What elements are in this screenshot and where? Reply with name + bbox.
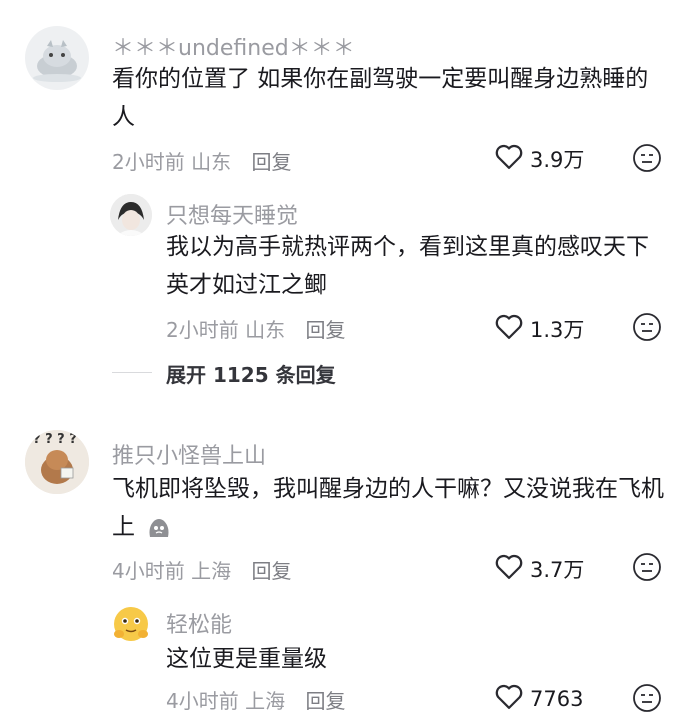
- dislike-icon[interactable]: [632, 683, 662, 717]
- comment-meta: 4小时前 上海 回复: [166, 685, 345, 714]
- reply-button[interactable]: 回复: [251, 559, 291, 583]
- dislike-icon[interactable]: [632, 312, 662, 346]
- username[interactable]: ＊＊＊undefined＊＊＊: [112, 30, 355, 62]
- comment-location: 上海: [191, 559, 232, 583]
- username[interactable]: 轻松能: [166, 607, 232, 639]
- comment-text: 这位更是重量级: [166, 646, 327, 672]
- comment-location: 山东: [191, 150, 232, 174]
- comment-text: 看你的位置了 如果你在副驾驶一定要叫醒身边熟睡的人: [112, 66, 649, 130]
- dislike-icon[interactable]: [632, 552, 662, 586]
- like-count: 3.7万: [530, 557, 585, 582]
- avatar[interactable]: [110, 602, 152, 644]
- avatar[interactable]: [25, 26, 89, 90]
- comment-time: 4小时前: [112, 559, 185, 583]
- like-button[interactable]: 3.9万: [494, 142, 584, 175]
- heart-icon: [494, 142, 530, 175]
- sticker-icon: [146, 515, 172, 541]
- divider: [112, 372, 152, 373]
- comment-text: 我以为高手就热评两个，看到这里真的感叹天下英才如过江之鲫: [166, 234, 649, 298]
- username[interactable]: 只想每天睡觉: [166, 198, 298, 230]
- reply-button[interactable]: 回复: [305, 318, 345, 342]
- heart-icon: [494, 552, 530, 585]
- comment-location: 上海: [245, 689, 286, 713]
- comment-meta: 2小时前 山东 回复: [112, 146, 291, 175]
- like-count: 3.9万: [530, 147, 585, 172]
- comment-time: 2小时前: [166, 318, 239, 342]
- like-count: 1.3万: [530, 317, 585, 342]
- comment-text-content: 飞机即将坠毁，我叫醒身边的人干嘛？又没说我在飞机上: [112, 476, 664, 540]
- avatar[interactable]: ? ? ? ?: [25, 430, 89, 494]
- comment-time: 4小时前: [166, 689, 239, 713]
- comment-text: 飞机即将坠毁，我叫醒身边的人干嘛？又没说我在飞机上: [112, 470, 664, 546]
- avatar-label: ? ? ? ?: [33, 432, 77, 447]
- comment-meta: 4小时前 上海 回复: [112, 555, 291, 584]
- like-button[interactable]: 7763: [494, 682, 583, 715]
- username[interactable]: 推只小怪兽上山: [112, 438, 266, 470]
- comment-location: 山东: [245, 318, 286, 342]
- comment-time: 2小时前: [112, 150, 185, 174]
- comment-meta: 2小时前 山东 回复: [166, 314, 345, 343]
- heart-icon: [494, 682, 530, 715]
- reply-button[interactable]: 回复: [305, 689, 345, 713]
- like-count: 7763: [530, 686, 584, 711]
- like-button[interactable]: 3.7万: [494, 552, 584, 585]
- expand-replies-button[interactable]: 展开 1125 条回复: [166, 359, 336, 388]
- heart-icon: [494, 312, 530, 345]
- avatar[interactable]: [110, 194, 152, 236]
- dislike-icon[interactable]: [632, 143, 662, 177]
- like-button[interactable]: 1.3万: [494, 312, 584, 345]
- reply-button[interactable]: 回复: [251, 150, 291, 174]
